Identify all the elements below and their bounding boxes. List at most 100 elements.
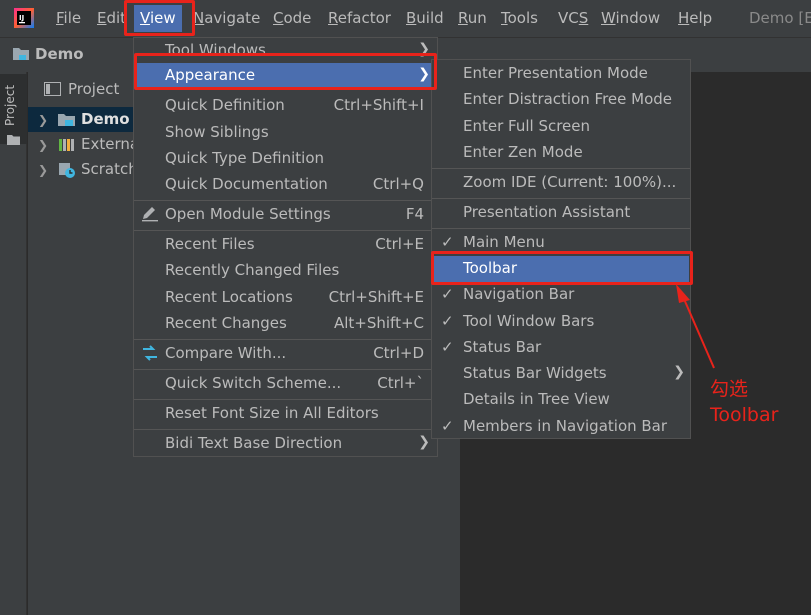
menu-item-label: Quick Type Definition <box>165 149 325 167</box>
submenu-item-details-in-tree-view[interactable]: Details in Tree View <box>433 387 689 413</box>
submenu-item-label: Enter Presentation Mode <box>463 64 648 82</box>
chevron-right-icon[interactable]: ❯ <box>38 113 48 127</box>
submenu-item-tool-window-bars[interactable]: ✓ Tool Window Bars <box>433 309 689 335</box>
menu-navigate-rest: avigate <box>204 9 261 27</box>
chevron-right-icon[interactable]: ❯ <box>38 138 48 152</box>
menu-navigate-mnemonic: N <box>193 9 205 27</box>
submenu-item-label: Status Bar Widgets <box>463 364 607 382</box>
menu-separator <box>134 369 437 370</box>
menu-item-recently-changed-files[interactable]: Recently Changed Files <box>135 258 436 284</box>
menu-item-recent-files[interactable]: Recent Files Ctrl+E <box>135 232 436 258</box>
menu-item-label: Recent Files <box>165 235 255 253</box>
menu-item-quick-definition[interactable]: Quick Definition Ctrl+Shift+I <box>135 93 436 119</box>
project-panel-title[interactable]: Project <box>68 80 119 98</box>
project-folder-icon <box>13 48 29 60</box>
project-view-icon <box>44 82 61 96</box>
submenu-item-members-in-nav-bar[interactable]: ✓ Members in Navigation Bar <box>433 414 689 440</box>
submenu-item-zen-mode[interactable]: Enter Zen Mode <box>433 140 689 166</box>
menu-window[interactable]: Window <box>601 9 660 28</box>
appearance-submenu-popup: Enter Presentation Mode Enter Distractio… <box>431 59 691 439</box>
submenu-item-toolbar[interactable]: Toolbar <box>433 256 689 282</box>
menu-item-label: Recently Changed Files <box>165 261 340 279</box>
annotation-text: 勾选 Toolbar <box>710 376 778 428</box>
checkmark-icon: ✓ <box>441 285 454 303</box>
submenu-item-status-bar-widgets[interactable]: Status Bar Widgets ❯ <box>433 361 689 387</box>
menu-build-mnemonic: B <box>406 9 417 27</box>
submenu-separator <box>432 198 690 199</box>
stripe-project-tab[interactable]: Project <box>0 74 27 145</box>
menu-item-shortcut: Ctrl+` <box>377 374 424 392</box>
menu-vcs-rest: VC <box>558 9 579 27</box>
navbar-project-name[interactable]: Demo <box>35 45 84 63</box>
submenu-item-status-bar[interactable]: ✓ Status Bar <box>433 335 689 361</box>
menu-file-mnemonic: F <box>56 9 64 27</box>
menu-item-shortcut: Ctrl+Q <box>372 175 424 193</box>
edit-pencil-icon <box>142 207 158 222</box>
svg-text:IJ: IJ <box>19 14 24 22</box>
submenu-separator <box>432 228 690 229</box>
submenu-item-main-menu[interactable]: ✓ Main Menu <box>433 230 689 256</box>
submenu-item-zoom-ide[interactable]: Zoom IDE (Current: 100%)... <box>433 170 689 196</box>
menu-file[interactable]: File <box>56 9 81 28</box>
menu-item-shortcut: Ctrl+Shift+E <box>328 288 424 306</box>
submenu-item-navigation-bar[interactable]: ✓ Navigation Bar <box>433 282 689 308</box>
menu-item-label: Recent Locations <box>165 288 293 306</box>
chevron-right-icon: ❯ <box>418 66 430 82</box>
stripe-project-label: Project <box>3 84 17 126</box>
menu-item-quick-type-definition[interactable]: Quick Type Definition <box>135 146 436 172</box>
checkmark-icon: ✓ <box>441 417 454 435</box>
menu-edit[interactable]: Edit <box>97 9 125 28</box>
menu-item-recent-locations[interactable]: Recent Locations Ctrl+Shift+E <box>135 285 436 311</box>
menu-item-shortcut: Ctrl+D <box>373 344 424 362</box>
main-menu-bar: IJ File Edit View Navigate Code Refactor… <box>0 0 811 37</box>
submenu-item-presentation-assistant[interactable]: Presentation Assistant <box>433 200 689 226</box>
menu-refactor-mnemonic: R <box>328 9 338 27</box>
menu-help[interactable]: Help <box>678 9 712 28</box>
submenu-separator <box>432 168 690 169</box>
module-folder-icon <box>58 114 75 126</box>
menu-run[interactable]: Run <box>458 9 487 28</box>
submenu-item-label: Zoom IDE (Current: 100%)... <box>463 173 677 191</box>
submenu-item-label: Navigation Bar <box>463 285 575 303</box>
menu-item-compare-with[interactable]: Compare With... Ctrl+D <box>135 341 436 367</box>
menu-item-appearance[interactable]: Appearance ❯ <box>135 63 436 89</box>
menu-item-show-siblings[interactable]: Show Siblings <box>135 120 436 146</box>
chevron-right-icon: ❯ <box>673 364 685 380</box>
menu-help-rest: elp <box>689 9 713 27</box>
menu-tools[interactable]: Tools <box>501 9 538 28</box>
submenu-item-label: Enter Zen Mode <box>463 143 583 161</box>
menu-view-mnemonic: V <box>140 9 150 27</box>
menu-item-quick-documentation[interactable]: Quick Documentation Ctrl+Q <box>135 172 436 198</box>
menu-item-recent-changes[interactable]: Recent Changes Alt+Shift+C <box>135 311 436 337</box>
menu-navigate[interactable]: Navigate <box>193 9 260 28</box>
submenu-item-label: Main Menu <box>463 233 545 251</box>
submenu-item-label: Status Bar <box>463 338 542 356</box>
menu-code[interactable]: Code <box>273 9 311 28</box>
submenu-item-full-screen[interactable]: Enter Full Screen <box>433 114 689 140</box>
menu-item-quick-switch-scheme[interactable]: Quick Switch Scheme... Ctrl+` <box>135 371 436 397</box>
menu-item-label: Quick Definition <box>165 96 285 114</box>
menu-item-label: Reset Font Size in All Editors <box>165 404 379 422</box>
chevron-right-icon[interactable]: ❯ <box>38 163 48 177</box>
menu-item-open-module-settings[interactable]: Open Module Settings F4 <box>135 202 436 228</box>
menu-refactor[interactable]: Refactor <box>328 9 391 28</box>
menu-vcs[interactable]: VCS <box>558 9 588 28</box>
tool-window-stripe: Project <box>0 72 27 615</box>
menu-view[interactable]: View <box>134 5 182 32</box>
window-title: Demo [E <box>749 9 811 27</box>
menu-separator <box>134 339 437 340</box>
menu-vcs-mnemonic: S <box>578 9 589 27</box>
submenu-item-label: Enter Distraction Free Mode <box>463 90 673 108</box>
menu-item-reset-font-size[interactable]: Reset Font Size in All Editors <box>135 401 436 427</box>
intellij-logo-icon[interactable]: IJ <box>14 8 34 28</box>
menu-item-bidi-text-direction[interactable]: Bidi Text Base Direction ❯ <box>135 431 436 457</box>
menu-item-tool-windows[interactable]: Tool Windows ❯ <box>135 38 436 64</box>
submenu-item-distraction-free-mode[interactable]: Enter Distraction Free Mode <box>433 87 689 113</box>
submenu-item-presentation-mode[interactable]: Enter Presentation Mode <box>433 61 689 87</box>
tree-node-label: Scratch <box>81 160 138 178</box>
menu-run-rest: un <box>467 9 487 27</box>
menu-item-label: Bidi Text Base Direction <box>165 434 343 452</box>
submenu-item-label: Members in Navigation Bar <box>463 417 668 435</box>
menu-build[interactable]: Build <box>406 9 444 28</box>
menu-help-mnemonic: H <box>678 9 690 27</box>
